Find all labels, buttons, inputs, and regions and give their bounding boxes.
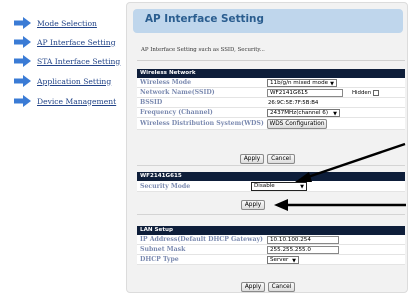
sidebar-item-label: Application Setting — [37, 76, 112, 86]
lan-cancel-button[interactable]: Cancel — [268, 282, 295, 292]
ip-address-row: IP Address(Default DHCP Gateway) 10.10.1… — [137, 235, 405, 245]
main-panel: AP Interface Setting AP Interface Settin… — [126, 2, 408, 293]
ssid-row: Network Name(SSID) WF2141G615 Hidden — [137, 88, 405, 98]
wireless-cancel-button[interactable]: Cancel — [267, 154, 295, 164]
sidebar-item-label: Mode Selection — [37, 18, 97, 28]
wireless-mode-row: Wireless Mode 11b/g/n mixed mode ▼ — [137, 78, 405, 88]
wireless-mode-select[interactable]: 11b/g/n mixed mode ▼ — [267, 79, 337, 87]
bssid-label: BSSID — [140, 99, 163, 106]
wireless-network-header: Wireless Network — [137, 69, 405, 78]
bssid-value: 26:9C:5E:7F:5B:B4 — [268, 100, 319, 106]
frequency-row: Frequency (Channel) 2437MHz(channel 6) ▼ — [137, 108, 405, 118]
wds-row: Wireless Distribution System(WDS) WDS Co… — [137, 118, 405, 130]
wireless-mode-value: 11b/g/n mixed mode — [270, 80, 329, 86]
wireless-mode-label: Wireless Mode — [140, 79, 192, 86]
hidden-label: Hidden — [352, 90, 372, 96]
subnet-mask-input[interactable]: 255.255.255.0 — [267, 246, 339, 254]
chevron-down-icon: ▼ — [330, 81, 334, 87]
page-title: AP Interface Setting — [145, 13, 264, 25]
blue-arrow-icon — [14, 75, 31, 87]
chevron-down-icon: ▼ — [333, 111, 337, 117]
lan-apply-button[interactable]: Apply — [241, 282, 265, 292]
sidebar-item-sta-interface-setting[interactable]: STA Interface Setting — [14, 54, 120, 68]
subnet-mask-row: Subnet Mask 255.255.255.0 — [137, 245, 405, 255]
blue-arrow-icon — [14, 55, 31, 67]
security-mode-value: Disable — [254, 183, 275, 189]
divider — [137, 165, 405, 166]
wds-configuration-button[interactable]: WDS Configuration — [267, 119, 327, 129]
divider — [137, 60, 405, 61]
dhcp-type-label: DHCP Type — [140, 256, 179, 263]
security-header: WF2141G615 — [137, 172, 405, 181]
sidebar-item-device-management[interactable]: Device Management — [14, 94, 116, 108]
ip-address-label: IP Address(Default DHCP Gateway) — [140, 236, 263, 243]
sidebar-item-label: Device Management — [37, 96, 117, 106]
divider — [137, 214, 405, 215]
lan-setup-header: LAN Setup — [137, 226, 405, 235]
blue-arrow-icon — [14, 17, 31, 29]
wireless-apply-button[interactable]: Apply — [240, 154, 264, 164]
dhcp-type-select[interactable]: Server ▼ — [267, 256, 299, 264]
sidebar-item-mode-selection[interactable]: Mode Selection — [14, 16, 97, 30]
chevron-down-icon: ▼ — [292, 258, 296, 264]
security-apply-button[interactable]: Apply — [241, 200, 265, 210]
dhcp-type-value: Server — [270, 257, 289, 263]
subnet-mask-label: Subnet Mask — [140, 246, 186, 253]
sidebar-item-label: AP Interface Setting — [37, 37, 116, 47]
security-mode-label: Security Mode — [140, 183, 191, 190]
sidebar-item-label: STA Interface Setting — [37, 56, 121, 66]
frequency-value: 2437MHz(channel 6) — [270, 110, 329, 116]
blue-arrow-icon — [14, 95, 31, 107]
ssid-input[interactable]: WF2141G615 — [267, 89, 343, 97]
frequency-label: Frequency (Channel) — [140, 109, 213, 116]
page-title-bar: AP Interface Setting — [133, 9, 403, 33]
ssid-label: Network Name(SSID) — [140, 89, 215, 96]
hidden-checkbox[interactable] — [373, 90, 380, 96]
sidebar-item-application-setting[interactable]: Application Setting — [14, 74, 111, 88]
frequency-select[interactable]: 2437MHz(channel 6) ▼ — [267, 109, 340, 117]
bssid-row: BSSID 26:9C:5E:7F:5B:B4 — [137, 98, 405, 108]
chevron-down-icon: ▼ — [300, 184, 304, 190]
blue-arrow-icon — [14, 36, 31, 48]
sidebar-nav: Mode Selection AP Interface Setting STA … — [0, 0, 126, 293]
dhcp-type-row: DHCP Type Server ▼ — [137, 255, 405, 265]
security-mode-select[interactable]: Disable ▼ — [251, 182, 307, 191]
page-description: AP Interface Setting such as SSID, Secur… — [141, 47, 265, 53]
ip-address-input[interactable]: 10.10.100.254 — [267, 236, 339, 244]
security-mode-row: Security Mode Disable ▼ — [137, 181, 405, 192]
sidebar-item-ap-interface-setting[interactable]: AP Interface Setting — [14, 35, 116, 49]
wds-label: Wireless Distribution System(WDS) — [140, 120, 264, 127]
